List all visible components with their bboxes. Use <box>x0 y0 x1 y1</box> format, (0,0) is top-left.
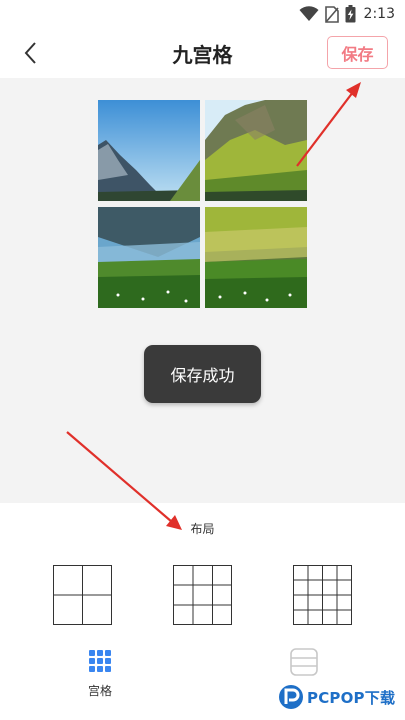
toast-message: 保存成功 <box>144 345 261 403</box>
grid-tile <box>98 207 200 308</box>
watermark-logo: PCPOP下载 <box>278 684 395 710</box>
layout-option-4x4[interactable] <box>293 565 352 625</box>
status-time: 2:13 <box>363 6 395 22</box>
grid-tile <box>98 100 200 201</box>
wifi-icon <box>299 6 319 21</box>
grid-tile <box>205 100 307 201</box>
battery-charging-icon <box>345 5 356 23</box>
preview-area: 保存成功 <box>0 78 405 503</box>
watermark-text: PCPOP下载 <box>307 688 396 707</box>
pcpop-logo-icon <box>279 685 303 709</box>
nav-item-grid[interactable]: 宫格 <box>70 650 130 699</box>
nav-item-rows[interactable] <box>274 648 334 676</box>
rows-icon <box>290 648 318 676</box>
layout-option-2x2[interactable] <box>53 565 112 625</box>
grid-icon <box>89 650 111 672</box>
save-button[interactable]: 保存 <box>327 36 388 69</box>
grid-image-preview <box>98 100 307 308</box>
nav-label-grid: 宫格 <box>87 684 112 698</box>
header: 九宫格 保存 <box>0 28 405 78</box>
grid-tile <box>205 207 307 308</box>
no-sim-icon <box>324 5 339 23</box>
layout-option-3x3[interactable] <box>173 565 232 625</box>
status-bar: 2:13 <box>0 0 405 28</box>
layout-label: 布局 <box>190 522 215 536</box>
